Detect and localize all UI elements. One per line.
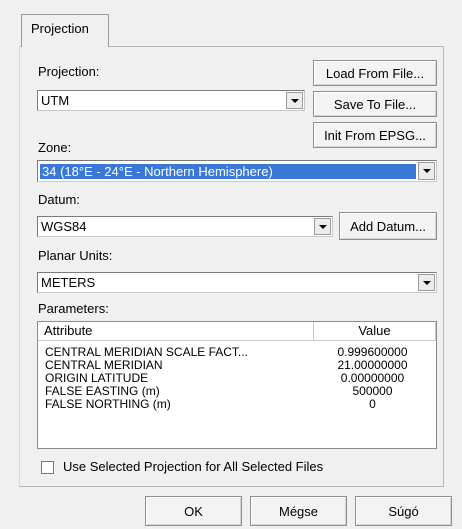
- tab-label: Projection: [31, 21, 89, 36]
- parameters-list[interactable]: Attribute Value CENTRAL MERIDIAN SCALE F…: [37, 321, 437, 449]
- datum-label: Datum:: [38, 192, 80, 207]
- ok-button[interactable]: OK: [145, 496, 242, 526]
- chevron-down-icon[interactable]: [314, 218, 331, 235]
- projection-label: Projection:: [38, 64, 100, 79]
- row-attribute: FALSE EASTING (m): [45, 385, 160, 398]
- use-selected-projection-label: Use Selected Projection for All Selected…: [63, 459, 324, 474]
- planar-units-label: Planar Units:: [38, 248, 113, 263]
- datum-value: WGS84: [41, 219, 87, 234]
- row-attribute: FALSE NORTHING (m): [45, 398, 171, 411]
- table-row[interactable]: FALSE EASTING (m) 500000: [38, 385, 436, 398]
- projection-value: UTM: [41, 93, 70, 108]
- parameters-header: Attribute Value: [38, 322, 436, 341]
- use-selected-projection-checkbox[interactable]: [41, 461, 54, 474]
- chevron-down-icon[interactable]: [418, 162, 435, 180]
- help-button[interactable]: Súgó: [355, 496, 452, 526]
- projection-select[interactable]: UTM: [37, 90, 305, 111]
- add-datum-button[interactable]: Add Datum...: [339, 212, 437, 240]
- init-from-epsg-button[interactable]: Init From EPSG...: [313, 122, 437, 148]
- chevron-down-icon[interactable]: [418, 274, 435, 291]
- column-header-attribute[interactable]: Attribute: [38, 322, 314, 340]
- tab-projection[interactable]: Projection: [21, 14, 109, 47]
- zone-value: 34 (18°E - 24°E - Northern Hemisphere): [40, 163, 416, 179]
- planar-units-select[interactable]: METERS: [37, 272, 437, 293]
- chevron-down-icon[interactable]: [286, 92, 303, 109]
- column-header-value[interactable]: Value: [314, 322, 436, 340]
- parameters-label: Parameters:: [38, 301, 109, 316]
- datum-select[interactable]: WGS84: [37, 216, 333, 237]
- zone-label: Zone:: [38, 140, 72, 155]
- row-attribute: CENTRAL MERIDIAN: [45, 359, 163, 372]
- row-attribute: ORIGIN LATITUDE: [45, 372, 149, 385]
- zone-select[interactable]: 34 (18°E - 24°E - Northern Hemisphere): [37, 160, 437, 182]
- save-to-file-button[interactable]: Save To File...: [313, 91, 437, 117]
- row-value: 0: [369, 397, 376, 411]
- load-from-file-button[interactable]: Load From File...: [313, 60, 437, 86]
- cancel-button[interactable]: Mégse: [250, 496, 347, 526]
- table-row[interactable]: FALSE NORTHING (m) 0: [38, 398, 436, 411]
- row-attribute: CENTRAL MERIDIAN SCALE FACT...: [45, 346, 248, 359]
- planar-units-value: METERS: [41, 275, 96, 290]
